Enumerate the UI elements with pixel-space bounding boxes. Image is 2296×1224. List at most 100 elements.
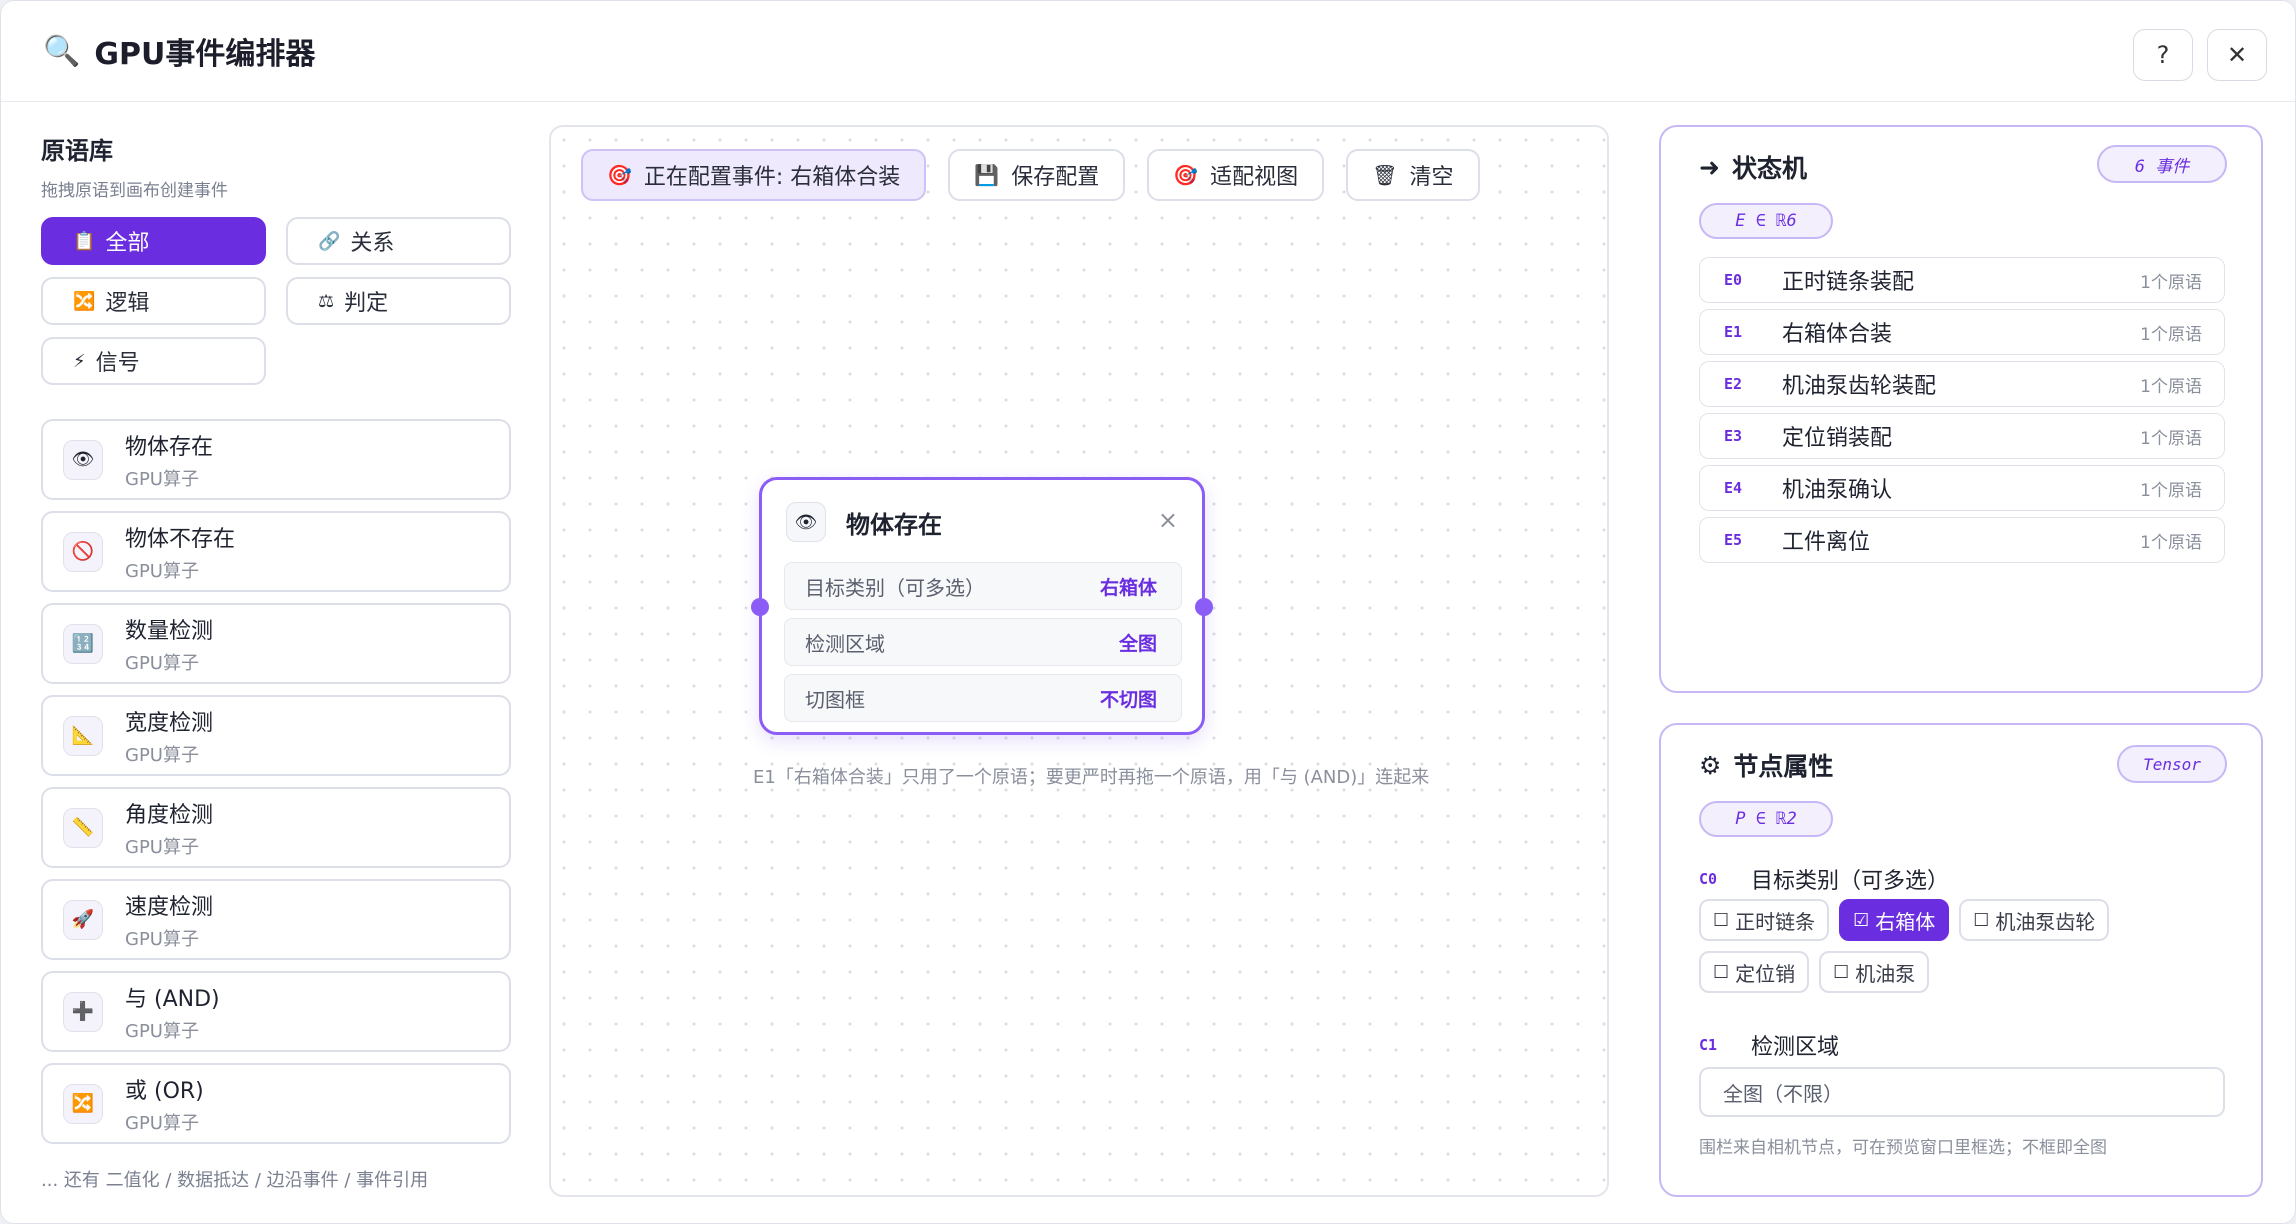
checkbox-unchecked-icon: ☐ (1973, 909, 1990, 931)
event-primitive-count: 1个原语 (2140, 376, 2202, 397)
property-id: C1 (1699, 1036, 1718, 1054)
library-title: 原语库 (41, 137, 113, 165)
option-label: 右箱体 (1875, 909, 1936, 934)
filter-all[interactable]: 📋 全部 (41, 217, 266, 265)
close-icon: ✕ (2226, 41, 2248, 69)
filter-logic[interactable]: 🔀 逻辑 (41, 277, 266, 325)
canvas-hint: E1「右箱体合装」只用了一个原语；要更严时再拖一个原语，用「与 (AND)」连起… (753, 767, 1430, 788)
floppy-disk-icon: 💾 (974, 163, 1000, 187)
primitive-name: 物体不存在 (125, 526, 236, 552)
canvas-toolbar: 🎯 正在配置事件: 右箱体合装 💾 保存配置 🎯 适配视图 🗑 清空 (581, 149, 1480, 201)
rocket-icon: 🚀 (63, 899, 103, 940)
primitive-count[interactable]: 🔢 数量检测 GPU算子 (41, 603, 511, 684)
event-name: 机油泵确认 (1782, 478, 1893, 503)
filter-label: 信号 (95, 351, 140, 376)
app-title: GPU事件编排器 (94, 37, 316, 72)
option-right-housing[interactable]: ☑ 右箱体 (1839, 899, 1950, 941)
event-primitive-count: 1个原语 (2140, 428, 2202, 449)
state-machine-panel: ➜ 状态机 6 事件 E ∈ ℝ6 E0 正时链条装配 1个原语 E1 右箱体合… (1659, 125, 2263, 693)
clipboard-icon: 📋 (73, 230, 96, 252)
event-item-e3[interactable]: E3 定位销装配 1个原语 (1699, 413, 2225, 459)
option-dowel-pin[interactable]: ☐ 定位销 (1699, 951, 1810, 993)
event-item-e4[interactable]: E4 机油泵确认 1个原语 (1699, 465, 2225, 511)
option-oil-pump[interactable]: ☐ 机油泵 (1819, 951, 1930, 993)
primitive-and[interactable]: ➕ 与 (AND) GPU算子 (41, 971, 511, 1052)
node-close-icon[interactable]: × (1158, 506, 1178, 534)
scale-icon: ⚖ (318, 290, 335, 312)
fit-view-button[interactable]: 🎯 适配视图 (1147, 149, 1325, 201)
checkbox-checked-icon: ☑ (1853, 909, 1870, 931)
node-param-region[interactable]: 检测区域 全图 (784, 618, 1182, 666)
eye-icon: 👁 (786, 502, 826, 542)
primitive-type: GPU算子 (125, 744, 199, 766)
primitive-width[interactable]: 📐 宽度检测 GPU算子 (41, 695, 511, 776)
event-canvas[interactable]: 🎯 正在配置事件: 右箱体合装 💾 保存配置 🎯 适配视图 🗑 清空 👁 物体存… (549, 125, 1609, 1197)
filter-judge[interactable]: ⚖ 判定 (286, 277, 511, 325)
event-id: E1 (1724, 323, 1743, 341)
filter-signal[interactable]: ⚡ 信号 (41, 337, 266, 385)
title-bar: 🔍 GPU事件编排器 ? ✕ (1, 1, 2295, 102)
more-primitives-note: ... 还有 二值化 / 数据抵达 / 边沿事件 / 事件引用 (41, 1170, 429, 1191)
target-class-options: ☐ 正时链条 ☑ 右箱体 ☐ 机油泵齿轮 ☐ 定位销 ☐ 机油泵 (1699, 899, 2229, 993)
node-object-exists[interactable]: 👁 物体存在 × 目标类别（可多选） 右箱体 检测区域 全图 切图框 不切图 (751, 477, 1213, 735)
primitive-speed[interactable]: 🚀 速度检测 GPU算子 (41, 879, 511, 960)
fit-label: 适配视图 (1210, 165, 1299, 190)
arrow-right-icon: ➜ (1699, 152, 1720, 182)
properties-title: 节点属性 (1733, 752, 1834, 781)
event-formula-badge: E ∈ ℝ6 (1699, 203, 1833, 239)
event-item-e0[interactable]: E0 正时链条装配 1个原语 (1699, 257, 2225, 303)
help-button[interactable]: ? (2133, 29, 2193, 81)
output-port[interactable] (1195, 598, 1213, 616)
node-properties-panel: ⚙ 节点属性 Tensor P ∈ ℝ2 C0 目标类别（可多选） ☐ 正时链条… (1659, 723, 2263, 1197)
close-window-button[interactable]: ✕ (2207, 29, 2267, 81)
filter-label: 全部 (105, 231, 150, 256)
event-name: 正时链条装配 (1782, 270, 1915, 295)
checkbox-unchecked-icon: ☐ (1833, 961, 1850, 983)
event-name: 右箱体合装 (1782, 322, 1893, 347)
primitive-type: GPU算子 (125, 1112, 199, 1134)
clear-button[interactable]: 🗑 清空 (1346, 149, 1480, 201)
node-param-crop[interactable]: 切图框 不切图 (784, 674, 1182, 722)
library-subtitle: 拖拽原语到画布创建事件 (41, 181, 228, 201)
save-config-button[interactable]: 💾 保存配置 (948, 149, 1126, 201)
event-id: E3 (1724, 427, 1743, 445)
magnifier-icon: 🔍 (43, 33, 81, 69)
node-params: 目标类别（可多选） 右箱体 检测区域 全图 切图框 不切图 (784, 562, 1182, 722)
primitive-name: 速度检测 (125, 894, 214, 920)
option-timing-chain[interactable]: ☐ 正时链条 (1699, 899, 1830, 941)
primitive-or[interactable]: 🔀 或 (OR) GPU算子 (41, 1063, 511, 1144)
input-port[interactable] (751, 598, 769, 616)
state-machine-title: 状态机 (1731, 154, 1807, 183)
primitive-name: 与 (AND) (125, 986, 220, 1012)
primitive-list: 👁 物体存在 GPU算子 🚫 物体不存在 GPU算子 🔢 数量检测 GPU算子 … (41, 419, 511, 1144)
region-input[interactable]: 全图（不限） (1699, 1067, 2225, 1117)
primitive-name: 角度检测 (125, 802, 214, 828)
primitive-object-exists[interactable]: 👁 物体存在 GPU算子 (41, 419, 511, 500)
primitive-name: 物体存在 (125, 434, 214, 460)
event-id: E2 (1724, 375, 1743, 393)
region-footnote: 围栏来自相机节点，可在预览窗口里框选；不框即全图 (1699, 1138, 2107, 1158)
param-label: 目标类别（可多选） (805, 575, 985, 600)
event-item-e1[interactable]: E1 右箱体合装 1个原语 (1699, 309, 2225, 355)
event-id: E5 (1724, 531, 1743, 549)
filter-relation[interactable]: 🔗 关系 (286, 217, 511, 265)
option-label: 机油泵 (1855, 961, 1916, 986)
option-oil-pump-gear[interactable]: ☐ 机油泵齿轮 (1959, 899, 2110, 941)
property-label: 目标类别（可多选） (1751, 869, 1950, 894)
event-id: E0 (1724, 271, 1743, 289)
event-item-e2[interactable]: E2 机油泵齿轮装配 1个原语 (1699, 361, 2225, 407)
event-count-badge: 6 事件 (2097, 145, 2227, 183)
node-param-target-class[interactable]: 目标类别（可多选） 右箱体 (784, 562, 1182, 610)
lightning-icon: ⚡ (73, 350, 86, 372)
primitive-type: GPU算子 (125, 836, 199, 858)
primitive-object-absent[interactable]: 🚫 物体不存在 GPU算子 (41, 511, 511, 592)
primitive-name: 数量检测 (125, 618, 214, 644)
property-id: C0 (1699, 870, 1718, 888)
event-item-e5[interactable]: E5 工件离位 1个原语 (1699, 517, 2225, 563)
shuffle-icon: 🔀 (63, 1083, 103, 1124)
gear-icon: ⚙ (1699, 750, 1722, 780)
option-label: 定位销 (1735, 961, 1796, 986)
primitive-angle[interactable]: 📏 角度检测 GPU算子 (41, 787, 511, 868)
trash-icon: 🗑 (1372, 163, 1398, 187)
event-primitive-count: 1个原语 (2140, 480, 2202, 501)
